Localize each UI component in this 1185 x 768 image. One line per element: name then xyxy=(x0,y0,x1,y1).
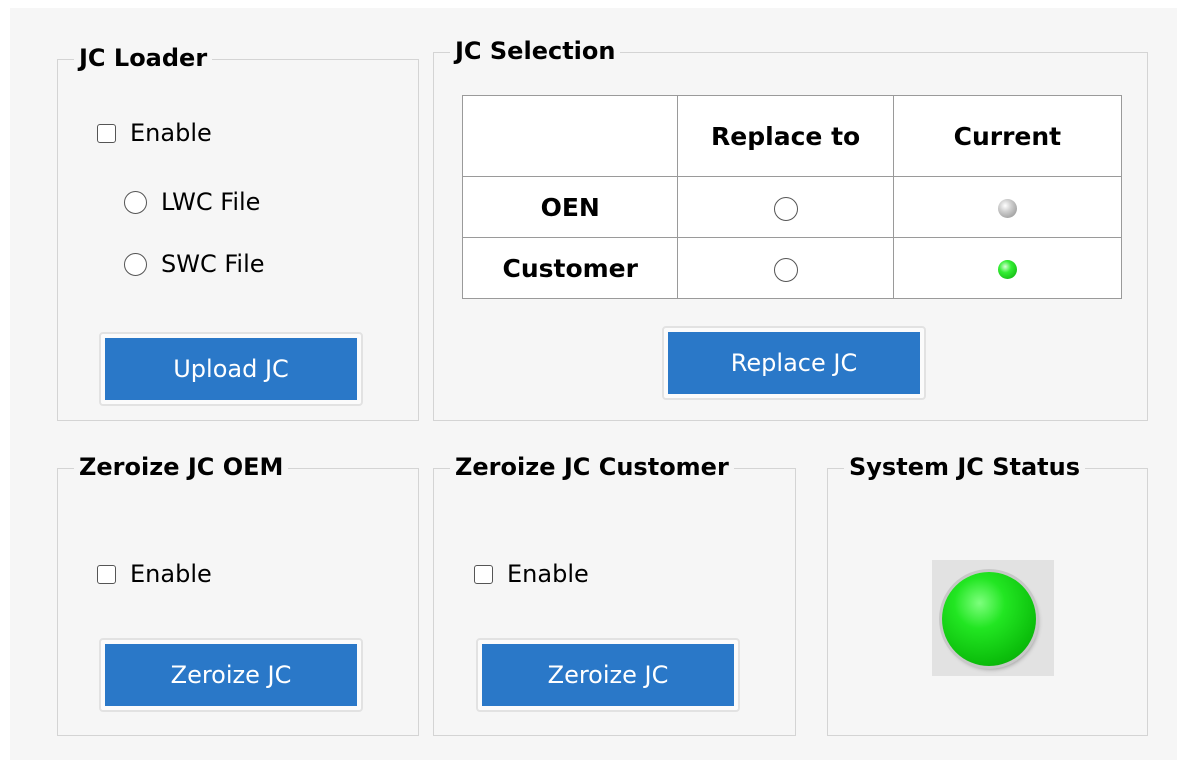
zeroize-oem-button-frame: Zeroize JC xyxy=(99,638,363,712)
checkbox-box[interactable] xyxy=(97,564,116,584)
jc-selection-title: JC Selection xyxy=(450,36,621,66)
zeroize-oem-title: Zeroize JC OEM xyxy=(74,452,289,482)
zeroize-customer-title: Zeroize JC Customer xyxy=(450,452,734,482)
jc-loader-enable-checkbox[interactable]: Enable xyxy=(97,118,212,148)
system-status-led-icon xyxy=(942,572,1036,666)
customer-current-led-icon xyxy=(997,260,1017,279)
row-label-customer: Customer xyxy=(461,237,679,299)
replace-jc-button-frame: Replace JC xyxy=(662,326,926,400)
lwc-file-radio[interactable]: LWC File xyxy=(124,187,260,217)
zeroize-customer-button-frame: Zeroize JC xyxy=(476,638,740,712)
zeroize-oem-enable-checkbox[interactable]: Enable xyxy=(97,559,212,589)
zeroize-oem-group: Zeroize JC OEM Enable Zeroize JC xyxy=(57,452,419,736)
upload-jc-button-frame: Upload JC xyxy=(99,332,363,406)
enable-label: Enable xyxy=(507,560,589,588)
oen-replace-cell xyxy=(677,176,894,238)
zeroize-customer-group: Zeroize JC Customer Enable Zeroize JC xyxy=(433,452,796,736)
swc-file-radio[interactable]: SWC File xyxy=(124,249,265,279)
zeroize-customer-button[interactable]: Zeroize JC xyxy=(482,644,734,706)
customer-replace-radio[interactable] xyxy=(773,257,798,282)
jc-loader-title: JC Loader xyxy=(74,43,213,73)
table-header-row: Replace to Current xyxy=(461,95,1123,177)
radio-circle[interactable] xyxy=(124,252,147,276)
table-row-customer: Customer xyxy=(461,237,1123,299)
checkbox-box[interactable] xyxy=(474,564,493,584)
zeroize-customer-enable-checkbox[interactable]: Enable xyxy=(474,559,589,589)
jc-loader-group: JC Loader Enable LWC File SWC File Uploa… xyxy=(57,43,419,421)
system-status-title: System JC Status xyxy=(844,452,1086,482)
table-row-oen: OEN xyxy=(461,176,1123,238)
swc-file-label: SWC File xyxy=(161,250,265,278)
row-label-oen: OEN xyxy=(461,176,679,238)
system-status-group: System JC Status xyxy=(827,452,1148,736)
oen-replace-radio[interactable] xyxy=(773,196,798,221)
enable-label: Enable xyxy=(130,119,212,147)
oen-current-led-icon xyxy=(997,199,1017,218)
radio-circle[interactable] xyxy=(124,190,147,214)
enable-label: Enable xyxy=(130,560,212,588)
jc-selection-table: Replace to Current OEN Customer xyxy=(461,95,1123,299)
zeroize-oem-button[interactable]: Zeroize JC xyxy=(105,644,357,706)
jc-panel: JC Loader Enable LWC File SWC File Uploa… xyxy=(10,8,1177,760)
header-replace-to: Replace to xyxy=(677,95,894,177)
customer-current-cell xyxy=(892,237,1123,299)
lwc-file-label: LWC File xyxy=(161,188,261,216)
upload-jc-button[interactable]: Upload JC xyxy=(105,338,357,400)
customer-replace-cell xyxy=(677,237,894,299)
header-empty-cell xyxy=(461,95,679,177)
checkbox-box[interactable] xyxy=(97,123,116,143)
oen-current-cell xyxy=(892,176,1123,238)
header-current: Current xyxy=(892,95,1123,177)
system-status-led-frame xyxy=(932,560,1054,676)
jc-selection-group: JC Selection Replace to Current OEN Cust… xyxy=(433,36,1148,421)
replace-jc-button[interactable]: Replace JC xyxy=(668,332,920,394)
